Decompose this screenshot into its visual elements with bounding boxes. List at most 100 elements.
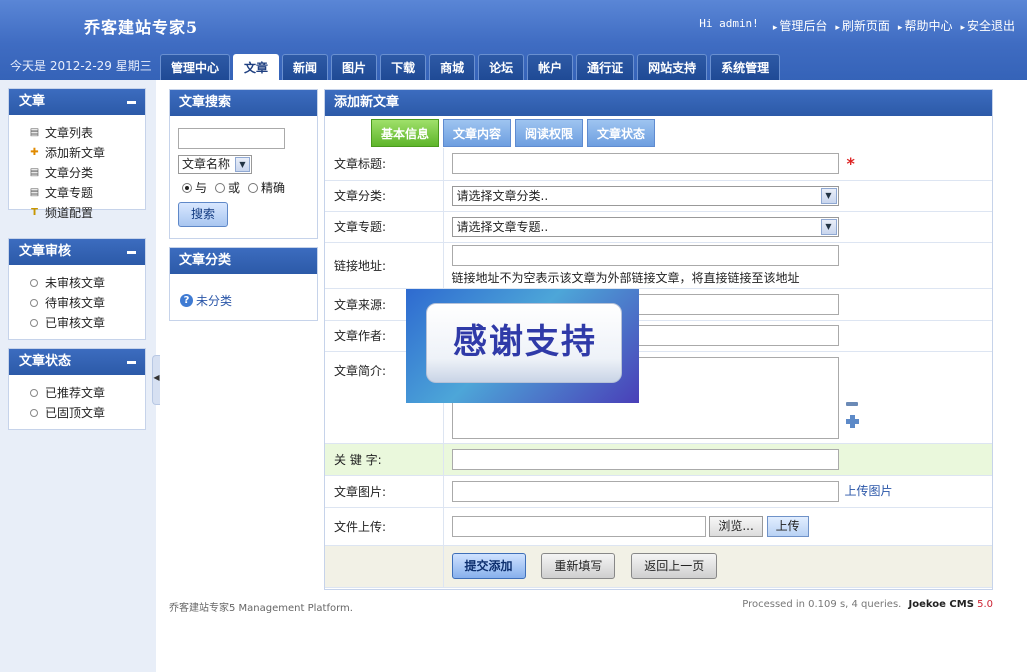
form-tab-basic-info[interactable]: 基本信息: [371, 119, 440, 147]
chevron-down-icon: ▼: [820, 218, 837, 235]
keywords-input[interactable]: [451, 448, 839, 470]
sidebar-review-box: 文章审核 未审核文章 待审核文章 已审核文章: [8, 238, 146, 340]
sidebar-item-channel-config[interactable]: T 频道配置: [29, 203, 145, 223]
sidebar-item-label: 待审核文章: [45, 296, 106, 310]
browse-button[interactable]: 浏览...: [709, 515, 763, 537]
sidebar-item-label: 添加新文章: [45, 146, 106, 160]
search-field-value: 文章名称: [182, 157, 231, 171]
sidebar-article-title: 文章: [19, 94, 46, 109]
title-input[interactable]: [451, 153, 839, 175]
help-icon: ?: [180, 294, 193, 307]
sidebar-item-pinned[interactable]: 已固顶文章: [29, 403, 145, 423]
admin-home-link[interactable]: 管理后台: [773, 17, 827, 34]
link-input[interactable]: [451, 244, 839, 266]
sidebar-item-article-list[interactable]: ▤ 文章列表: [29, 123, 145, 143]
tab-system[interactable]: 系统管理: [710, 54, 781, 80]
radio-label: 精确: [261, 181, 286, 195]
sidebar-item-label: 已审核文章: [45, 316, 106, 330]
minimize-icon[interactable]: [127, 361, 136, 364]
sidebar-status-header[interactable]: 文章状态: [9, 349, 145, 375]
sidebar-item-label: 已固顶文章: [45, 406, 106, 420]
sidebar-article-header[interactable]: 文章: [9, 89, 145, 115]
image-input[interactable]: [451, 480, 839, 502]
search-button[interactable]: 搜索: [178, 202, 228, 227]
radio-checked-icon: [182, 182, 192, 193]
shrink-icon[interactable]: [845, 401, 858, 406]
topic-label: 文章专题:: [325, 211, 444, 243]
sidebar-item-article-topic[interactable]: ▤ 文章专题: [29, 183, 145, 203]
sidebar-item-reviewed[interactable]: 已审核文章: [29, 313, 145, 333]
radio-exact[interactable]: 精确: [248, 179, 285, 196]
form-row-keywords: 关 键 字:: [325, 443, 992, 476]
tab-admin-center[interactable]: 管理中心: [160, 54, 231, 80]
tab-passport[interactable]: 通行证: [576, 54, 635, 80]
sidebar-review-header[interactable]: 文章审核: [9, 239, 145, 265]
category-select[interactable]: 请选择文章分类.. ▼: [451, 185, 839, 206]
form-tab-status[interactable]: 文章状态: [587, 119, 656, 147]
search-field-select[interactable]: 文章名称 ▼: [178, 155, 252, 174]
file-path-input[interactable]: [451, 515, 706, 537]
link-label: 链接地址:: [325, 242, 444, 289]
search-input[interactable]: [178, 128, 285, 149]
key-icon: T: [31, 207, 38, 218]
topic-icon: ▤: [29, 187, 40, 198]
category-item-uncategorized[interactable]: ? 未分类: [180, 292, 232, 309]
upload-image-link[interactable]: 上传图片: [845, 484, 893, 498]
main-tabs: 管理中心 文章 新闻 图片 下载 商城 论坛 帐户 通行证 网站支持 系统管理: [160, 54, 781, 80]
radio-or[interactable]: 或: [215, 179, 240, 196]
file-label: 文件上传:: [325, 507, 444, 546]
sidebar-item-add-article[interactable]: ✚ 添加新文章: [29, 143, 145, 163]
minimize-icon[interactable]: [127, 251, 136, 254]
tab-shop[interactable]: 商城: [429, 54, 476, 80]
search-panel: 文章搜索 文章名称 ▼ 与 或 精确 搜索: [169, 89, 318, 239]
radio-and[interactable]: 与: [182, 179, 207, 196]
category-item-label: 未分类: [196, 294, 233, 308]
tab-forum[interactable]: 论坛: [478, 54, 525, 80]
sidebar: 文章 ▤ 文章列表 ✚ 添加新文章 ▤ 文章分类 ▤ 文章专题 T 频道配置 文章审核 未…: [0, 80, 156, 672]
help-link[interactable]: 帮助中心: [898, 17, 952, 34]
overlay-text: 感谢支持: [453, 322, 597, 362]
submit-button[interactable]: 提交添加: [451, 553, 526, 579]
expand-icon[interactable]: [845, 414, 859, 428]
bullet-icon: [30, 279, 38, 287]
sidebar-item-unreviewed[interactable]: 未审核文章: [29, 273, 145, 293]
upload-button[interactable]: 上传: [766, 515, 809, 537]
topic-select-value: 请选择文章专题..: [456, 219, 549, 234]
tab-account[interactable]: 帐户: [527, 54, 574, 80]
category-panel-title: 文章分类: [170, 248, 317, 274]
sidebar-article-box: 文章 ▤ 文章列表 ✚ 添加新文章 ▤ 文章分类 ▤ 文章专题 T 频道配置: [8, 88, 146, 220]
back-button[interactable]: 返回上一页: [631, 553, 718, 579]
sidebar-item-recommended[interactable]: 已推荐文章: [29, 383, 145, 403]
minimize-icon[interactable]: [127, 101, 136, 104]
reset-button[interactable]: 重新填写: [541, 553, 616, 579]
sidebar-item-article-category[interactable]: ▤ 文章分类: [29, 163, 145, 183]
top-nav: Hi admin! 管理后台 刷新页面 帮助中心 安全退出: [699, 17, 1015, 34]
form-row-image: 文章图片: 上传图片: [325, 475, 992, 508]
refresh-link[interactable]: 刷新页面: [835, 17, 890, 34]
bullet-icon: [30, 299, 38, 307]
form-row-link: 链接地址: 链接地址不为空表示该文章为外部链接文章，将直接链接至该地址: [325, 242, 992, 289]
form-row-category: 文章分类: 请选择文章分类.. ▼: [325, 180, 992, 212]
category-label: 文章分类:: [325, 180, 444, 212]
sidebar-collapse-handle[interactable]: ◀: [152, 355, 160, 405]
tab-download[interactable]: 下载: [380, 54, 427, 80]
logout-link[interactable]: 安全退出: [960, 17, 1015, 34]
sidebar-review-title: 文章审核: [19, 244, 72, 259]
sidebar-item-label: 文章专题: [45, 186, 94, 200]
footer-platform-text: 乔客建站专家5 Management Platform.: [169, 603, 353, 614]
chevron-down-icon: ▼: [820, 187, 837, 204]
tab-news[interactable]: 新闻: [282, 54, 329, 80]
form-row-topic: 文章专题: 请选择文章专题.. ▼: [325, 211, 992, 243]
tab-site-support[interactable]: 网站支持: [637, 54, 708, 80]
form-tab-read-permission[interactable]: 阅读权限: [515, 119, 584, 147]
sidebar-item-pending-review[interactable]: 待审核文章: [29, 293, 145, 313]
footer-brand: Joekoe CMS: [908, 599, 974, 610]
form-tab-content[interactable]: 文章内容: [443, 119, 512, 147]
add-icon: ✚: [30, 147, 39, 158]
topic-select[interactable]: 请选择文章专题.. ▼: [451, 216, 839, 237]
tab-article[interactable]: 文章: [233, 54, 280, 80]
form-title: 添加新文章: [325, 90, 992, 116]
arrow-left-icon: ◀: [153, 373, 160, 382]
tab-images[interactable]: 图片: [331, 54, 378, 80]
sidebar-status-title: 文章状态: [19, 354, 72, 369]
